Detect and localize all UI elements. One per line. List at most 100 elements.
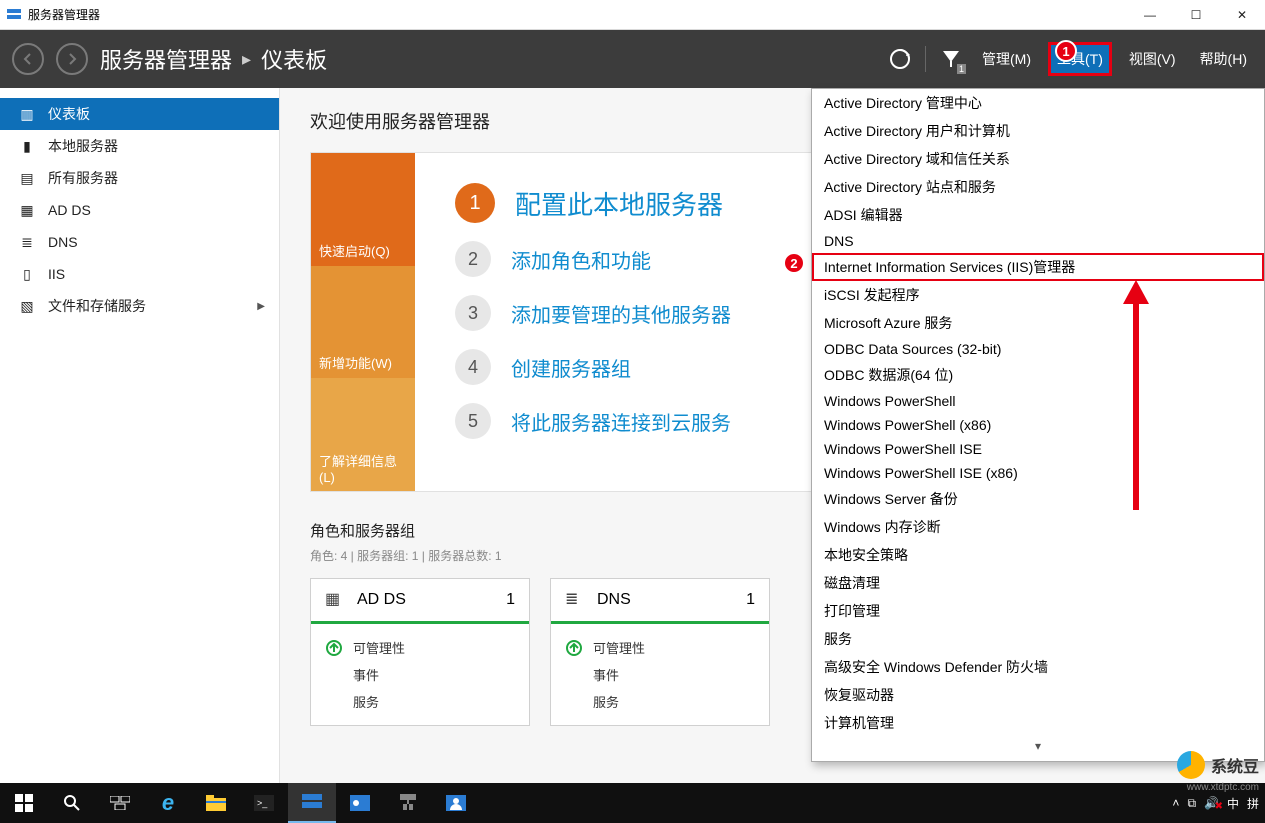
watermark-icon (1177, 751, 1205, 779)
role-card-adds[interactable]: ▦AD DS 1 可管理性 事件 服务 (310, 578, 530, 726)
taskview-button[interactable] (96, 783, 144, 823)
step-number-icon: 5 (455, 403, 491, 439)
sidebar-item-label: IIS (48, 266, 65, 282)
tools-item-powershell-ise-x86[interactable]: Windows PowerShell ISE (x86) (812, 461, 1264, 485)
window-titlebar: 服务器管理器 ― ☐ ✕ (0, 0, 1265, 30)
role-card-title: DNS (597, 591, 631, 609)
breadcrumb-page[interactable]: 仪表板 (261, 43, 327, 75)
tools-item-ad-users[interactable]: Active Directory 用户和计算机 (812, 117, 1264, 145)
sidebar-item-label: 文件和存储服务 (48, 296, 146, 316)
header-bar: 服务器管理器 ▸ 仪表板 1 管理(M) 工具(T) 视图(V) 帮助(H) (0, 30, 1265, 88)
status-ok-icon (565, 639, 583, 657)
menu-help[interactable]: 帮助(H) (1194, 45, 1253, 73)
tools-item-server-backup[interactable]: Windows Server 备份 (812, 485, 1264, 513)
tools-item-defender-firewall[interactable]: 高级安全 Windows Defender 防火墙 (812, 653, 1264, 681)
tools-item-dns[interactable]: DNS (812, 229, 1264, 253)
sidebar-item-file-storage[interactable]: ▧ 文件和存储服务 ▶ (0, 290, 279, 322)
learnmore-tab[interactable]: 了解详细信息(L) (311, 378, 415, 491)
tools-item-memory-diag[interactable]: Windows 内存诊断 (812, 513, 1264, 541)
role-card-count: 1 (746, 591, 755, 609)
tools-item-powershell-x86[interactable]: Windows PowerShell (x86) (812, 413, 1264, 437)
taskbar-people-icon[interactable] (432, 783, 480, 823)
tools-item-recovery-drive[interactable]: 恢复驱动器 (812, 681, 1264, 709)
breadcrumb-separator-icon: ▸ (242, 49, 251, 70)
watermark-logo: 系统豆 (1177, 751, 1259, 779)
watermark-text: 系统豆 (1211, 753, 1259, 777)
tools-item-ad-domains[interactable]: Active Directory 域和信任关系 (812, 145, 1264, 173)
role-row-label: 服务 (353, 692, 379, 711)
sidebar-item-dns[interactable]: ≣ DNS (0, 226, 279, 258)
tools-item-disk-cleanup[interactable]: 磁盘清理 (812, 569, 1264, 597)
tools-item-iscsi[interactable]: iSCSI 发起程序 (812, 281, 1264, 309)
tools-item-services[interactable]: 服务 (812, 625, 1264, 653)
sidebar-item-adds[interactable]: ▦ AD DS (0, 194, 279, 226)
tools-item-powershell[interactable]: Windows PowerShell (812, 389, 1264, 413)
tray-volume-icon[interactable]: 🔊✖ (1204, 796, 1219, 810)
ime-indicator[interactable]: 中 (1227, 795, 1239, 812)
start-button[interactable] (0, 783, 48, 823)
sidebar-item-iis[interactable]: ▯ IIS (0, 258, 279, 290)
menu-view[interactable]: 视图(V) (1123, 45, 1182, 73)
tools-item-odbc64[interactable]: ODBC 数据源(64 位) (812, 361, 1264, 389)
tools-item-local-sec-policy[interactable]: 本地安全策略 (812, 541, 1264, 569)
step-label: 添加角色和功能 (511, 245, 651, 274)
sidebar-item-label: 本地服务器 (48, 136, 118, 156)
forward-button[interactable] (56, 43, 88, 75)
breadcrumb-app[interactable]: 服务器管理器 (100, 43, 232, 75)
minimize-button[interactable]: ― (1127, 0, 1173, 30)
ime-mode[interactable]: 拼 (1247, 795, 1259, 812)
tools-item-ad-admin-center[interactable]: Active Directory 管理中心 (812, 89, 1264, 117)
tools-item-adsi[interactable]: ADSI 编辑器 (812, 201, 1264, 229)
dns-icon: ≣ (565, 589, 587, 611)
role-card-title: AD DS (357, 591, 406, 609)
status-ok-icon (325, 639, 343, 657)
breadcrumb: 服务器管理器 ▸ 仪表板 (100, 43, 327, 75)
tools-item-powershell-ise[interactable]: Windows PowerShell ISE (812, 437, 1264, 461)
close-button[interactable]: ✕ (1219, 0, 1265, 30)
search-button[interactable] (48, 783, 96, 823)
role-card-count: 1 (506, 591, 515, 609)
step-number-icon: 2 (455, 241, 491, 277)
taskbar-dns-icon[interactable] (384, 783, 432, 823)
sidebar-item-label: DNS (48, 234, 78, 250)
svg-text:>_: >_ (257, 798, 268, 808)
sidebar-item-dashboard[interactable]: ▥ 仪表板 (0, 98, 279, 130)
maximize-button[interactable]: ☐ (1173, 0, 1219, 30)
role-row-label: 服务 (593, 692, 619, 711)
taskbar-server-manager-icon[interactable] (288, 783, 336, 823)
role-card-dns[interactable]: ≣ DNS 1 可管理性 事件 服务 (550, 578, 770, 726)
role-row-label: 可管理性 (593, 638, 645, 657)
role-row-label: 事件 (593, 665, 619, 684)
taskbar-explorer-icon[interactable] (192, 783, 240, 823)
taskbar-cmd-icon[interactable]: >_ (240, 783, 288, 823)
tools-item-odbc32[interactable]: ODBC Data Sources (32-bit) (812, 337, 1264, 361)
step-label: 配置此本地服务器 (515, 185, 723, 222)
window-title: 服务器管理器 (28, 6, 100, 23)
sidebar-item-local-server[interactable]: ▮ 本地服务器 (0, 130, 279, 162)
sidebar-item-label: AD DS (48, 202, 91, 218)
servers-icon: ▤ (18, 170, 36, 187)
step-label: 添加要管理的其他服务器 (511, 299, 731, 328)
tools-item-print-mgmt[interactable]: 打印管理 (812, 597, 1264, 625)
back-button[interactable] (12, 43, 44, 75)
annotation-badge-2: 2 (783, 252, 805, 274)
refresh-icon[interactable] (887, 46, 913, 72)
iis-icon: ▯ (18, 266, 36, 283)
app-icon (6, 7, 22, 23)
server-icon: ▮ (18, 138, 36, 155)
tray-network-icon[interactable]: ⧉ (1187, 796, 1196, 811)
tray-chevron-icon[interactable]: ˄ (1172, 796, 1179, 810)
role-row-label: 可管理性 (353, 638, 405, 657)
notifications-icon[interactable]: 1 (938, 46, 964, 72)
tools-item-ad-sites[interactable]: Active Directory 站点和服务 (812, 173, 1264, 201)
tools-item-iis-manager[interactable]: Internet Information Services (IIS)管理器 (812, 253, 1264, 281)
whatsnew-tab[interactable]: 新增功能(W) (311, 266, 415, 379)
taskbar-app-icon[interactable] (336, 783, 384, 823)
quickstart-tab[interactable]: 快速启动(Q) (311, 153, 415, 266)
menu-manage[interactable]: 管理(M) (976, 45, 1037, 73)
tools-item-azure[interactable]: Microsoft Azure 服务 (812, 309, 1264, 337)
tools-item-computer-mgmt[interactable]: 计算机管理 (812, 709, 1264, 737)
sidebar-item-all-servers[interactable]: ▤ 所有服务器 (0, 162, 279, 194)
tools-dropdown: Active Directory 管理中心 Active Directory 用… (811, 88, 1265, 762)
taskbar-ie-icon[interactable]: e (144, 783, 192, 823)
